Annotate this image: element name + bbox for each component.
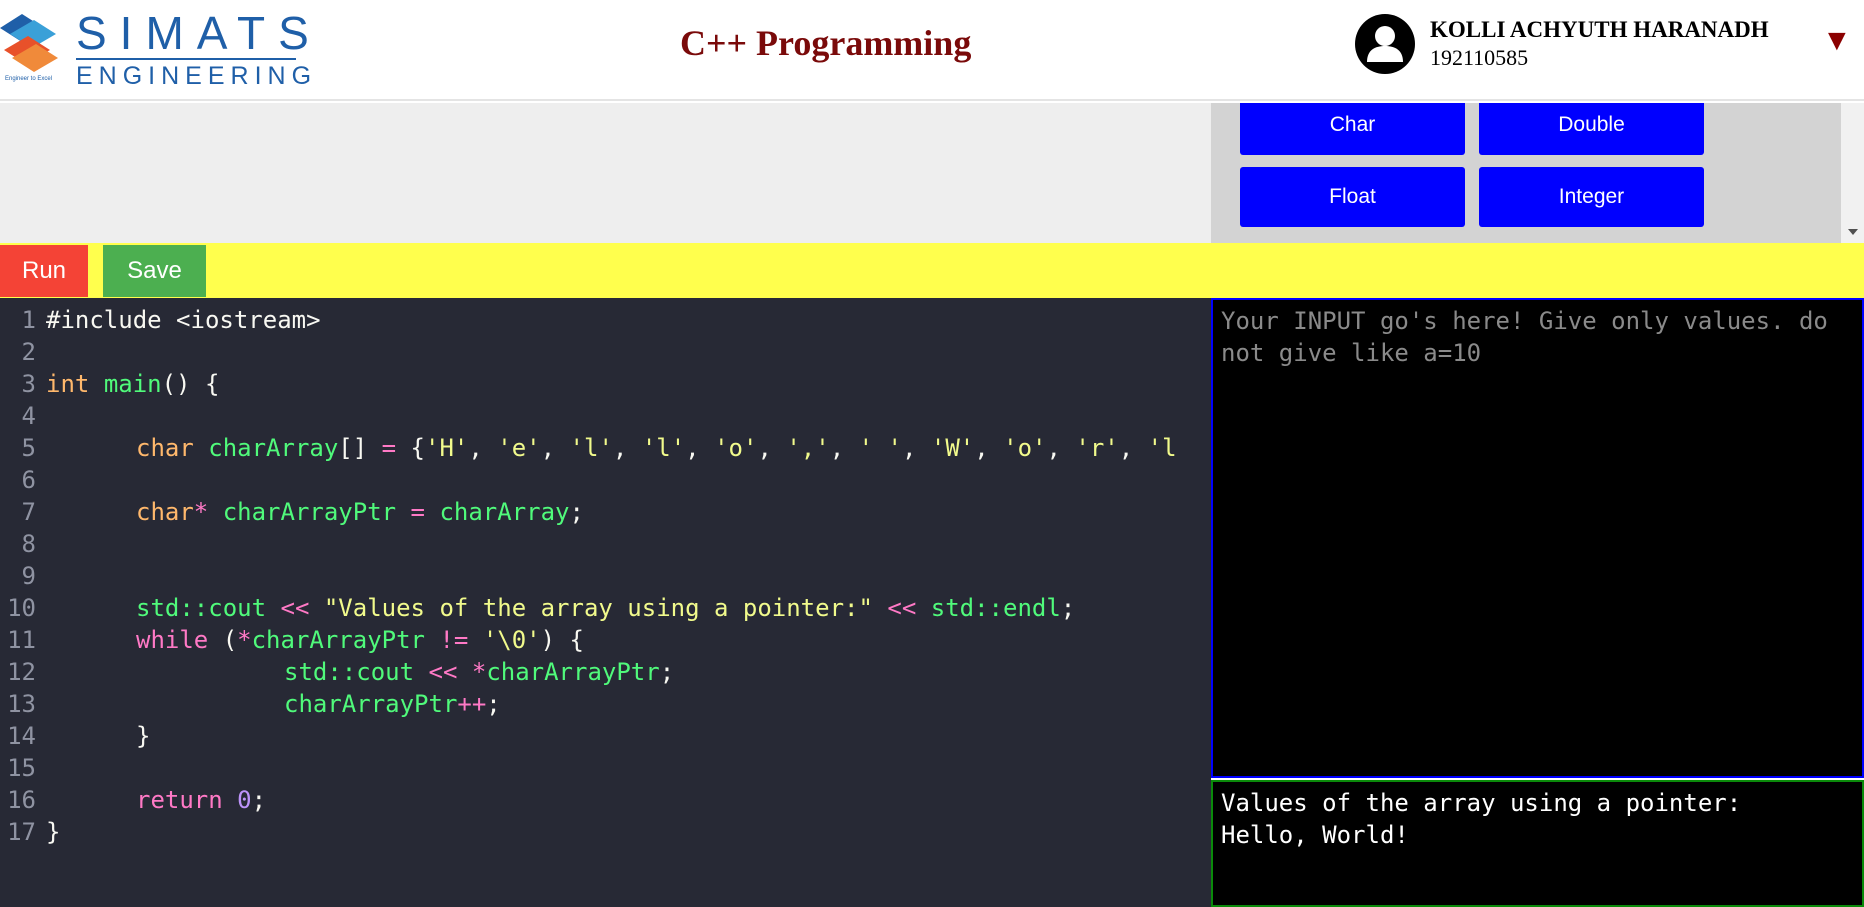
code-text: return 0; (136, 786, 267, 814)
code-text: #include <iostream> (46, 306, 321, 334)
user-avatar-icon[interactable] (1355, 14, 1415, 74)
save-button[interactable]: Save (103, 245, 206, 297)
line-number: 9 (21, 562, 36, 590)
code-text: std::cout << *charArrayPtr; (284, 658, 675, 686)
line-number: 6 (21, 466, 36, 494)
line-number: 13 (7, 690, 36, 718)
code-text: } (136, 722, 151, 750)
code-line: 5 char charArray[] = {'H', 'e', 'l', 'l',… (0, 432, 1211, 464)
snippet-panel: Char Double Float Integer (1211, 103, 1841, 243)
code-line: 7 char* charArrayPtr = charArray; (0, 496, 1211, 528)
snippet-double-button[interactable]: Double (1479, 103, 1704, 155)
scroll-down-arrow-icon[interactable] (1848, 229, 1858, 235)
user-silhouette-icon (1367, 26, 1403, 62)
line-number: 14 (7, 722, 36, 750)
line-number: 4 (21, 402, 36, 430)
snippet-scrollbar[interactable] (1841, 103, 1864, 243)
line-number: 8 (21, 530, 36, 558)
code-line: 3 int main() { (0, 368, 1211, 400)
code-text: std::cout << "Values of the array using … (136, 594, 1076, 622)
caret-down-icon[interactable]: ▼ (1822, 26, 1852, 56)
line-number: 10 (7, 594, 36, 622)
output-line: Hello, World! (1221, 821, 1409, 849)
code-line: 15 (0, 752, 1211, 784)
code-line: 4 (0, 400, 1211, 432)
code-line: 9 (0, 560, 1211, 592)
code-line: 11 while (*charArrayPtr != '\0') { (0, 624, 1211, 656)
code-line: 10 std::cout << "Values of the array usin… (0, 592, 1211, 624)
code-editor[interactable]: 1 #include <iostream> 2 3 int main() { 4 5… (0, 298, 1211, 907)
line-number: 3 (21, 370, 36, 398)
code-text: char charArray[] = {'H', 'e', 'l', 'l', … (136, 434, 1177, 462)
page-title: C++ Programming (680, 23, 972, 63)
app-header: SIMATS ENGINEERING Engineer to Excel C++… (0, 0, 1864, 101)
line-number: 1 (21, 306, 36, 334)
output-line: Values of the array using a pointer: (1221, 789, 1742, 817)
logo-wordmark: SIMATS (76, 7, 322, 59)
program-input-field[interactable] (1211, 298, 1864, 778)
code-line: 16 return 0; (0, 784, 1211, 816)
user-id: 192110585 (1430, 45, 1529, 70)
code-line: 12 std::cout << *charArrayPtr; (0, 656, 1211, 688)
logo-divider (76, 58, 296, 60)
simats-logo[interactable]: SIMATS ENGINEERING Engineer to Excel (0, 6, 311, 89)
code-line: 1 #include <iostream> (0, 304, 1211, 336)
code-text: } (46, 818, 61, 846)
run-button[interactable]: Run (0, 245, 88, 297)
snippet-char-button[interactable]: Char (1240, 103, 1465, 155)
logo-subtext: ENGINEERING (76, 62, 318, 90)
line-number: 5 (21, 434, 36, 462)
code-line: 13 charArrayPtr++; (0, 688, 1211, 720)
code-text: charArrayPtr++; (284, 690, 501, 718)
line-number: 15 (7, 754, 36, 782)
code-text: int main() { (46, 370, 220, 398)
line-number: 2 (21, 338, 36, 366)
simats-logo-icon (0, 14, 58, 72)
code-line: 2 (0, 336, 1211, 368)
editor-toolbar: Run Save (0, 243, 1864, 298)
code-text: char* charArrayPtr = charArray; (136, 498, 584, 526)
user-name: KOLLI ACHYUTH HARANADH (1430, 17, 1769, 42)
code-line: 14} (0, 720, 1211, 752)
line-number: 11 (7, 626, 36, 654)
code-text: while (*charArrayPtr != '\0') { (136, 626, 584, 654)
logo-tagline: Engineer to Excel (5, 76, 53, 82)
code-line: 8 (0, 528, 1211, 560)
line-number: 12 (7, 658, 36, 686)
code-line: 17} (0, 816, 1211, 848)
line-number: 7 (21, 498, 36, 526)
line-number: 17 (7, 818, 36, 846)
program-output: Values of the array using a pointer: Hell… (1211, 780, 1864, 907)
line-number: 16 (7, 786, 36, 814)
snippet-float-button[interactable]: Float (1240, 167, 1465, 227)
snippet-integer-button[interactable]: Integer (1479, 167, 1704, 227)
code-line: 6 (0, 464, 1211, 496)
